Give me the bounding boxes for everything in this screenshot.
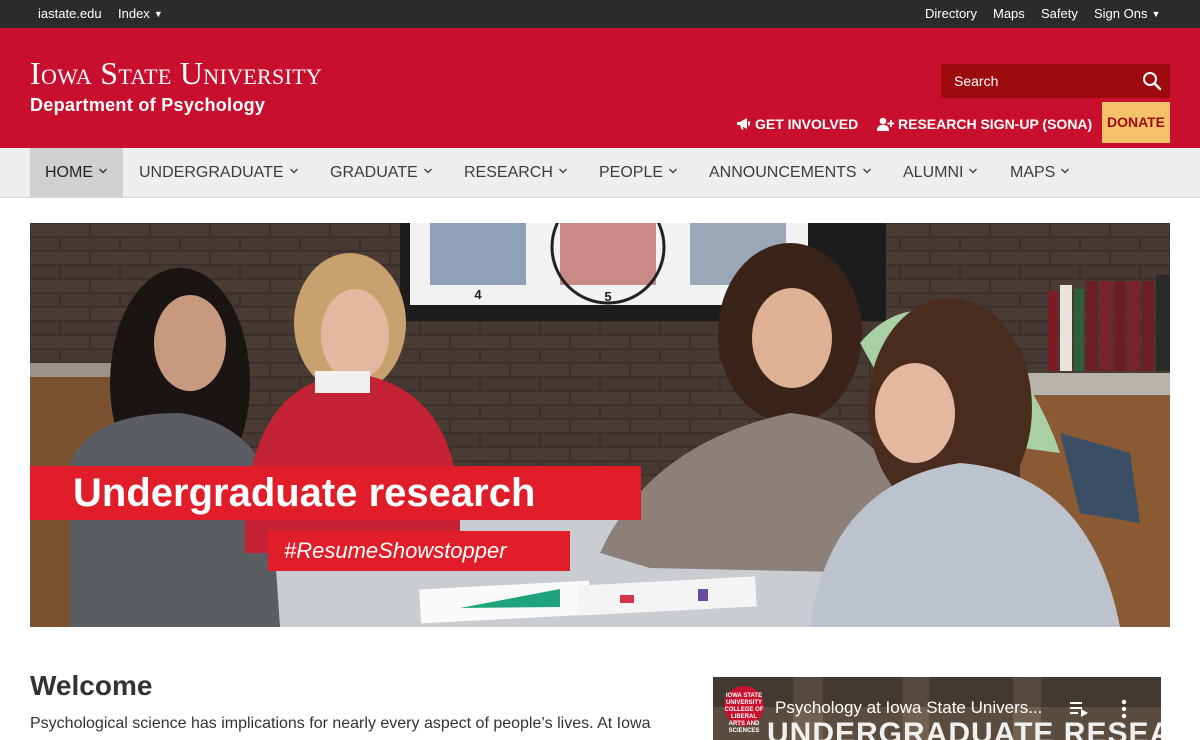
search-icon[interactable] <box>1142 71 1162 91</box>
hero-photo: 4 5 6 <box>30 223 1170 627</box>
nav-item-people[interactable]: PEOPLE <box>584 148 693 197</box>
monitor-number: 4 <box>474 287 482 302</box>
nav-item-undergraduate[interactable]: UNDERGRADUATE <box>124 148 314 197</box>
chevron-down-icon: ▼ <box>153 9 163 19</box>
more-vertical-icon[interactable] <box>1121 699 1127 719</box>
video-overlay-text: UNDERGRADUATE RESEARCH <box>767 717 1161 740</box>
college-logo: IOWA STATE UNIVERSITY COLLEGE OF LIBERAL… <box>724 686 764 734</box>
user-plus-icon <box>877 117 895 131</box>
research-signup-link[interactable]: RESEARCH SIGN-UP (SONA) <box>877 116 1092 132</box>
search-box <box>941 64 1170 98</box>
chevron-down-icon <box>669 168 678 174</box>
donate-button[interactable]: DONATE <box>1102 102 1170 143</box>
utility-link-safety[interactable]: Safety <box>1041 6 1078 21</box>
chevron-down-icon <box>862 168 871 174</box>
utility-link-index[interactable]: Index ▼ <box>118 6 163 21</box>
chevron-down-icon <box>558 168 567 174</box>
chevron-down-icon <box>99 168 107 174</box>
megaphone-icon <box>737 118 750 130</box>
main-nav: HOME UNDERGRADUATE GRADUATE RESEARCH PEO… <box>0 148 1200 198</box>
nav-item-announcements[interactable]: ANNOUNCEMENTS <box>694 148 887 197</box>
video-embed[interactable]: IOWA STATE UNIVERSITY COLLEGE OF LIBERAL… <box>713 677 1161 740</box>
chevron-down-icon <box>423 168 432 174</box>
nav-item-research[interactable]: RESEARCH <box>449 148 583 197</box>
nav-item-graduate[interactable]: GRADUATE <box>315 148 448 197</box>
nav-item-home[interactable]: HOME <box>30 148 123 197</box>
hero-headline: Undergraduate research <box>30 466 641 520</box>
chevron-down-icon <box>1061 168 1070 174</box>
department-name[interactable]: Department of Psychology <box>30 95 265 116</box>
nav-item-alumni[interactable]: ALUMNI <box>888 148 993 197</box>
queue-icon[interactable] <box>1070 701 1088 717</box>
welcome-text: Psychological science has implications f… <box>30 715 651 732</box>
utility-link-sign-ons[interactable]: Sign Ons ▼ <box>1094 6 1160 21</box>
chevron-down-icon: ▼ <box>1151 9 1161 19</box>
search-input[interactable] <box>941 64 1131 98</box>
video-title[interactable]: Psychology at Iowa State Univers... <box>775 698 1042 718</box>
utility-link-iastate[interactable]: iastate.edu <box>38 6 102 21</box>
hero-banner[interactable]: 4 5 6 Undergraduate research #ResumeShow… <box>30 223 1170 627</box>
utility-link-maps[interactable]: Maps <box>993 6 1025 21</box>
get-involved-link[interactable]: GET INVOLVED <box>736 116 858 132</box>
nav-item-maps[interactable]: MAPS <box>995 148 1085 197</box>
chevron-down-icon <box>969 168 978 174</box>
utility-link-directory[interactable]: Directory <box>925 6 977 21</box>
site-header: Iowa State University Department of Psyc… <box>0 28 1200 148</box>
welcome-heading: Welcome <box>30 670 153 701</box>
chevron-down-icon <box>289 168 298 174</box>
hero-hashtag: #ResumeShowstopper <box>268 531 570 571</box>
utility-bar: iastate.edu Index ▼ Directory Maps Safety… <box>0 0 1200 28</box>
university-wordmark[interactable]: Iowa State University <box>30 57 322 89</box>
monitor-number: 5 <box>604 289 611 304</box>
